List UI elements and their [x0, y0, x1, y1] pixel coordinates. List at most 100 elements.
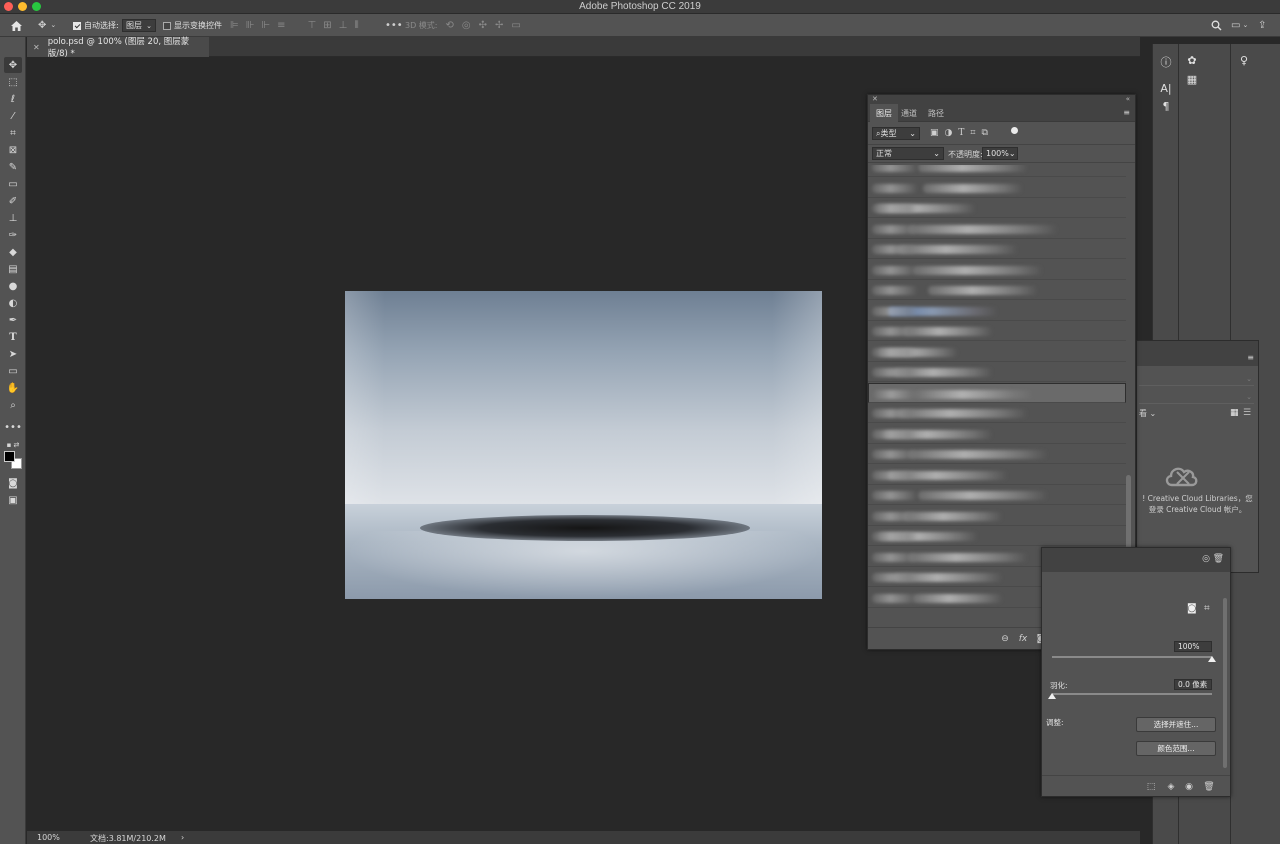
blend-mode-dropdown[interactable]: 正常 ⌄ [872, 147, 944, 160]
align-hcenter-icon[interactable]: ⊪ [246, 20, 255, 31]
3d-pan-icon[interactable]: ✣ [479, 20, 487, 31]
layer-row[interactable] [868, 465, 1126, 485]
type-tool[interactable]: T [4, 329, 22, 345]
tab-paths[interactable]: 路径 [922, 104, 950, 122]
zoom-level[interactable]: 100% [37, 833, 60, 842]
layer-row[interactable] [868, 403, 1126, 423]
3d-roll-icon[interactable]: ◎ [462, 20, 471, 31]
layer-row[interactable] [868, 260, 1126, 280]
stamp-tool[interactable]: ⊥ [4, 210, 22, 226]
marquee-tool[interactable]: ⬚ [4, 74, 22, 90]
select-and-mask-button[interactable]: 选择并遮住... [1136, 717, 1216, 732]
layer-row[interactable] [868, 526, 1126, 546]
layer-row[interactable] [868, 342, 1126, 362]
screen-mode-button[interactable]: ▣ [4, 492, 22, 508]
layer-row[interactable] [868, 506, 1126, 526]
workspace-button[interactable]: ▭ ⌄ [1231, 14, 1248, 37]
distribute-vertical-icon[interactable]: ⦀ [354, 20, 358, 31]
eraser-tool[interactable]: ◆ [4, 244, 22, 260]
hand-tool[interactable]: ✋ [4, 380, 22, 396]
trash-icon[interactable]: 🗑 [1213, 554, 1224, 564]
feather-slider-thumb[interactable] [1048, 693, 1056, 699]
quick-mask-button[interactable]: ◙ [4, 475, 22, 491]
tab-layers[interactable]: 图层 [870, 104, 898, 122]
filter-toggle[interactable] [1011, 127, 1018, 134]
add-style-button[interactable]: fx [1016, 632, 1030, 646]
pixel-mask-icon[interactable]: ◙ [1187, 603, 1197, 614]
document-tab[interactable]: ✕ polo.psd @ 100% (图层 20, 图层蒙版/8) * [27, 37, 209, 59]
collapse-panel-icon[interactable]: « [1126, 95, 1130, 103]
status-menu-arrow[interactable]: › [181, 833, 184, 842]
libraries-dropdown[interactable]: ⌄ [1139, 372, 1254, 386]
layer-row[interactable] [868, 239, 1126, 259]
dodge-tool[interactable]: ◐ [4, 295, 22, 311]
layer-row[interactable] [868, 362, 1126, 382]
align-top-icon[interactable]: ⊤ [308, 20, 317, 31]
color-panel-button[interactable]: ✿ [1183, 52, 1201, 68]
opacity-field[interactable]: 100% ⌄ [982, 147, 1018, 160]
panel-menu-icon[interactable]: ≡ [1123, 108, 1130, 117]
layer-row[interactable] [868, 424, 1126, 444]
align-bottom-icon[interactable]: ⊥ [339, 20, 348, 31]
layer-row[interactable] [868, 444, 1126, 464]
filter-kind-dropdown[interactable]: ⌕类型 ⌄ [872, 127, 920, 140]
libraries-search-field[interactable]: ⌄ [1139, 390, 1254, 404]
lasso-tool[interactable]: ℓ [4, 91, 22, 107]
zoom-tool[interactable]: ⌕ [4, 397, 22, 413]
layer-row[interactable] [868, 485, 1126, 505]
density-slider-thumb[interactable] [1208, 656, 1216, 662]
vector-mask-icon[interactable]: ⌗ [1204, 603, 1210, 614]
frame-tool[interactable]: ⊠ [4, 142, 22, 158]
rectangle-tool[interactable]: ▭ [4, 363, 22, 379]
foreground-color-swatch[interactable] [4, 451, 15, 462]
move-tool-preset[interactable]: ✥ ⌄ [38, 14, 56, 37]
feather-slider[interactable] [1052, 693, 1212, 695]
align-vcenter-icon[interactable]: ⊞ [323, 20, 331, 31]
delete-mask-button[interactable]: 🗑 [1202, 780, 1216, 794]
panel-menu-icon[interactable]: ≡ [1247, 353, 1254, 362]
grid-view-button[interactable]: ▦ [1230, 408, 1239, 418]
close-panel-icon[interactable]: ✕ [872, 95, 878, 103]
color-range-button[interactable]: 颜色范围... [1136, 741, 1216, 756]
show-transform-checkbox[interactable]: 显示变换控件 [163, 14, 222, 37]
move-tool[interactable]: ✥ [4, 57, 22, 73]
layer-row[interactable] [868, 382, 1126, 403]
filter-shape-icon[interactable]: ⌗ [970, 128, 975, 138]
auto-select-checkbox[interactable]: 自动选择: [73, 14, 119, 37]
libraries-view-dropdown[interactable]: 看 ⌄ [1139, 408, 1156, 419]
apply-mask-button[interactable]: ◈ [1164, 780, 1178, 794]
load-selection-button[interactable]: ⬚ [1144, 780, 1158, 794]
properties-scrollbar-thumb[interactable] [1223, 598, 1227, 768]
layer-row[interactable] [868, 165, 1126, 177]
layer-row[interactable] [868, 198, 1126, 218]
info-panel-button[interactable]: ⓘ [1157, 54, 1175, 70]
tab-channels[interactable]: 通道 [895, 104, 923, 122]
density-field[interactable]: 100% [1174, 641, 1212, 652]
blur-tool[interactable]: ● [4, 278, 22, 294]
magic-wand-tool[interactable]: ⁄ [4, 108, 22, 124]
3d-scale-icon[interactable]: ▭ [511, 20, 520, 31]
pen-tool[interactable]: ✒ [4, 312, 22, 328]
learn-panel-button[interactable]: ♀ [1235, 52, 1253, 68]
close-tab-icon[interactable]: ✕ [33, 43, 40, 52]
layer-row[interactable] [868, 280, 1126, 300]
paragraph-panel-button[interactable]: ¶ [1157, 98, 1175, 114]
document-canvas-image[interactable] [345, 291, 822, 599]
properties-scrollbar[interactable] [1223, 578, 1227, 768]
list-view-button[interactable]: ☰ [1243, 408, 1251, 418]
swatches-panel-button[interactable]: ▦ [1183, 71, 1201, 87]
density-slider[interactable] [1052, 656, 1212, 658]
align-right-icon[interactable]: ⊩ [261, 20, 270, 31]
feather-field[interactable]: 0.0 像素 [1174, 679, 1212, 690]
3d-slide-icon[interactable]: ✢ [495, 20, 503, 31]
layer-row[interactable] [868, 178, 1126, 198]
brush-tool[interactable]: ✐ [4, 193, 22, 209]
layer-row[interactable] [868, 301, 1126, 321]
share-button[interactable]: ⇪ [1258, 14, 1266, 37]
home-button[interactable] [10, 14, 23, 37]
auto-select-target-dropdown[interactable]: 图层 ⌄ [122, 19, 156, 32]
filter-type-icon[interactable]: T [958, 128, 964, 138]
healing-tool[interactable]: ▭ [4, 176, 22, 192]
distribute-icon[interactable]: ≡ [277, 20, 285, 31]
crop-tool[interactable]: ⌗ [4, 125, 22, 141]
